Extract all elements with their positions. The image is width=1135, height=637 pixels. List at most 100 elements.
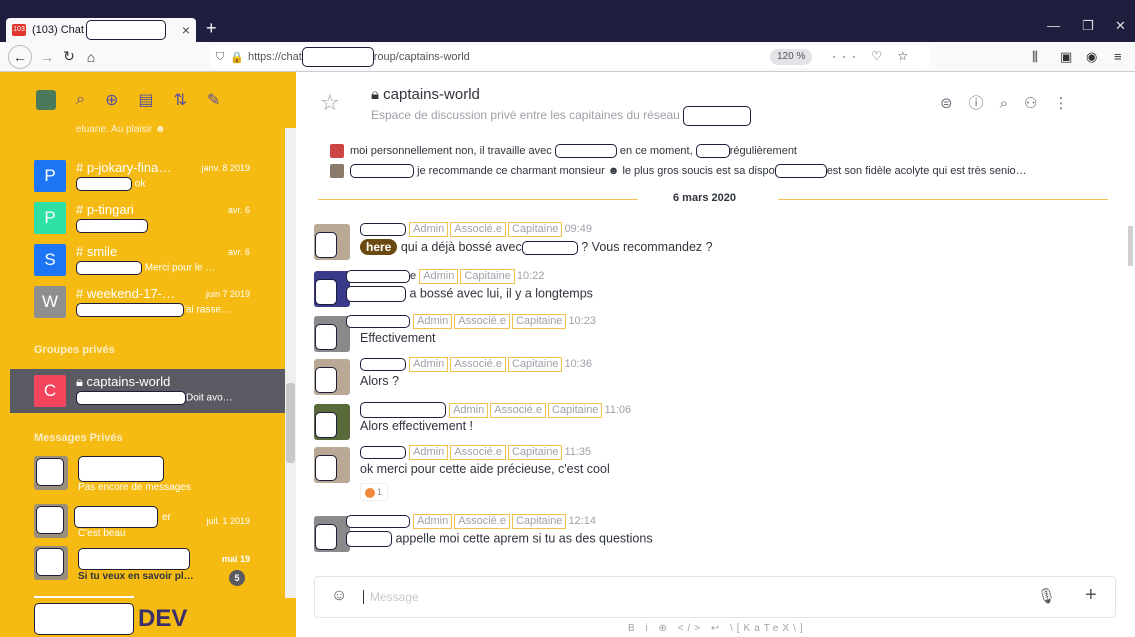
emoji-icon[interactable]: ☺ <box>331 587 347 605</box>
room-header: ☆ 🔒︎ captains-world Espace de discussion… <box>296 72 1135 132</box>
sidebar-item-p-jokary[interactable]: P # p-jokary-fina… janv. 8 2019 ok <box>34 156 284 200</box>
room-last-message: Merci pour le … <box>76 261 215 275</box>
sidebar-item-smile[interactable]: S # smile avr. 6 Merci pour le … <box>34 240 284 284</box>
main-area: ☆ 🔒︎ captains-world Espace de discussion… <box>296 72 1135 637</box>
browser-tab[interactable]: 103 (103) Chat × <box>6 18 196 42</box>
formatting-toolbar[interactable]: B i ⊕ </> ↩ \[KaTeX\] <box>628 623 807 634</box>
message-time: 10:23 <box>568 315 596 327</box>
role-badge: Capitaine <box>511 314 567 329</box>
page-actions-icon[interactable]: ··· ♡ ☆ <box>832 49 914 63</box>
search-icon[interactable]: ⌕ <box>76 91 85 109</box>
dev-label: DEV <box>138 605 188 632</box>
display-icon[interactable]: ▤ <box>138 90 153 110</box>
close-window-icon[interactable]: ✕ <box>1115 18 1126 34</box>
role-badge: Admin <box>449 402 489 418</box>
sidebar-scrollbar[interactable] <box>285 128 296 598</box>
add-attachment-button[interactable]: + <box>1085 584 1097 607</box>
mention-here[interactable]: here <box>360 239 398 255</box>
reaction-count: 1 <box>377 487 383 497</box>
date-divider: 6 mars 2020 <box>318 192 1108 206</box>
microphone-icon[interactable]: 🎙︎ <box>1037 587 1056 605</box>
sidebar-item-dm[interactable]: er juil. 1 2019 C'est beau <box>34 502 284 546</box>
directory-icon[interactable]: ⊕ <box>105 90 118 110</box>
url-suffix: roup/captains-world <box>373 51 470 63</box>
library-icon[interactable]: ⫼ <box>1032 49 1038 65</box>
kebab-menu-icon[interactable]: ⋮ <box>1053 95 1084 112</box>
sidebar-item-dm[interactable]: Pas encore de messages <box>34 454 284 498</box>
account-icon[interactable]: ◉ <box>1086 49 1097 65</box>
reaction-button[interactable]: 1 <box>360 483 388 501</box>
back-icon[interactable]: ← <box>8 44 32 69</box>
sidebar-toggle-icon[interactable]: ▣ <box>1060 49 1072 65</box>
avatar[interactable] <box>314 316 350 352</box>
message: Admin Associé.e Capitaine 12:14 appelle moi… <box>314 514 1104 554</box>
sidebar-item-weekend[interactable]: W # weekend-17-… juin 7 2019 'ai rasse… <box>34 282 284 326</box>
redacted-block <box>346 286 406 302</box>
message-header: Admin Associé.e Capitaine 11:35 <box>360 445 591 460</box>
message: e Admin Capitaine 10:22 a bossé avec lui, … <box>314 269 1104 309</box>
menu-icon[interactable]: ≡ <box>1114 49 1122 64</box>
lock-warning-icon: 🔒 <box>230 51 244 64</box>
avatar[interactable] <box>314 224 350 260</box>
sort-icon[interactable]: ⇅ <box>174 90 187 110</box>
reload-icon[interactable]: ↻ <box>58 48 80 65</box>
divider-line <box>778 199 1108 200</box>
redacted-block <box>315 367 337 393</box>
restore-icon[interactable]: ❐ <box>1082 18 1094 34</box>
room-last-message: Doit avo… <box>76 391 233 405</box>
redacted-block <box>360 445 406 459</box>
members-icon[interactable]: ⚇ <box>1024 95 1053 112</box>
search-icon[interactable]: ⌕ <box>1000 95 1024 112</box>
role-badge: Admin <box>409 222 449 237</box>
peach-emoji-icon <box>365 487 375 498</box>
message-body: appelle moi cette aprem si tu as des que… <box>346 531 653 547</box>
avatar[interactable] <box>314 447 350 483</box>
message-scrollbar[interactable] <box>1126 136 1135 576</box>
redacted-block <box>683 106 752 126</box>
scrollbar-thumb[interactable] <box>1128 226 1133 266</box>
new-message-icon[interactable]: ✎ <box>207 90 220 110</box>
role-badge: Admin <box>413 514 453 529</box>
redacted-block <box>346 514 410 528</box>
avatar[interactable] <box>314 359 350 395</box>
message-header: Admin Associé.e Capitaine 10:23 <box>346 314 596 329</box>
message-text: ? Vous recommandez ? <box>581 240 713 254</box>
avatar[interactable] <box>314 404 350 440</box>
lock-icon: 🔒︎ <box>76 374 83 389</box>
zoom-indicator[interactable]: 120 % <box>770 49 813 65</box>
sidebar: ⌕ ⊕ ▤ ⇅ ✎ eluane. Au plaisir ☻ P # p-jok… <box>0 72 296 637</box>
sidebar-item-dm[interactable]: mai 19 Si tu veux en savoir pl… 5 <box>34 544 284 588</box>
message-header: Admin Associé.e Capitaine 09:49 <box>360 222 592 237</box>
room-last-message: ok <box>76 177 145 191</box>
discussion-icon[interactable]: ⊜ <box>940 95 969 112</box>
sidebar-item-p-tingari[interactable]: P # p-tingari avr. 6 <box>34 198 284 242</box>
favorite-star-icon[interactable]: ☆ <box>320 90 340 116</box>
avatar[interactable] <box>314 516 350 552</box>
redacted-block <box>76 177 132 191</box>
forward-icon[interactable]: → <box>36 49 58 65</box>
message-time: 09:49 <box>564 223 592 235</box>
redacted-block <box>346 314 410 328</box>
sidebar-item-dev[interactable]: DEV <box>34 602 187 636</box>
message-input[interactable]: Message <box>363 590 419 604</box>
home-icon[interactable]: ⌂ <box>80 49 102 65</box>
sidebar-item-captains-world[interactable]: C 🔒︎ captains-world Doit avo… <box>10 369 285 413</box>
role-badge: Associé.e <box>450 222 506 237</box>
message: Admin Associé.e Capitaine 09:49 here qui a … <box>314 222 1104 262</box>
list-item: moi personnellement non, il travaille av… <box>330 144 797 158</box>
role-badge: Capitaine <box>460 269 515 284</box>
dm-date: mai 19 <box>221 554 250 564</box>
role-badge: Admin <box>419 269 459 284</box>
room-date: avr. 6 <box>227 205 250 215</box>
new-tab-button[interactable]: + <box>206 18 217 39</box>
minimize-icon[interactable]: — <box>1047 18 1060 33</box>
url-bar[interactable]: ⛉ 🔒 https://chat roup/captains-world 120… <box>210 46 930 68</box>
info-icon[interactable]: ⓘ <box>969 95 1000 112</box>
role-badge: Admin <box>409 357 449 372</box>
room-avatar: W <box>34 286 66 318</box>
user-avatar[interactable] <box>36 90 56 110</box>
avatar[interactable] <box>314 271 350 307</box>
close-tab-icon[interactable]: × <box>182 22 190 38</box>
scrollbar-thumb[interactable] <box>286 383 295 463</box>
room-message-text: Merci pour le … <box>144 262 216 274</box>
